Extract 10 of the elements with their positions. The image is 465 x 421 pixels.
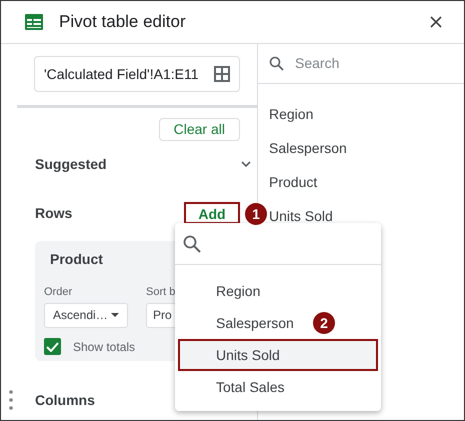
sort-label: Sort b: [146, 285, 176, 300]
show-totals-label: Show totals: [73, 338, 136, 356]
order-label: Order: [44, 285, 74, 300]
section-title: Rows: [35, 204, 72, 222]
window-title: Pivot table editor: [59, 11, 186, 34]
section-title: Suggested: [35, 154, 107, 174]
step-badge: 1: [245, 203, 267, 225]
field-name: Product: [49, 250, 104, 269]
section-title: Columns: [35, 390, 95, 410]
range-text: 'Calculated Field'!A1:E11: [44, 64, 199, 84]
